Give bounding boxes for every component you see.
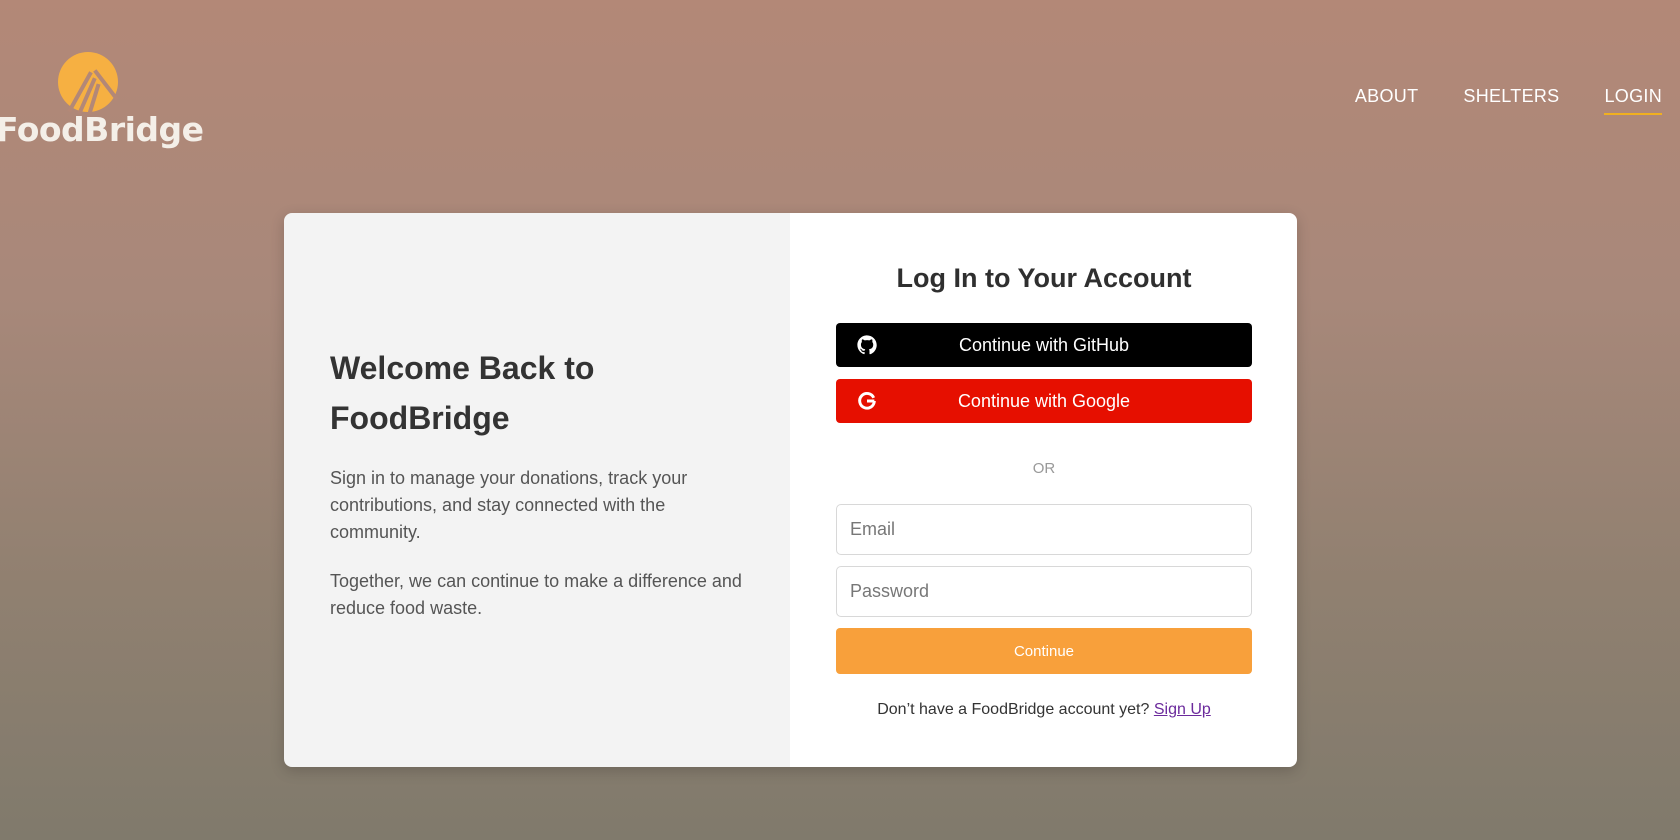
signup-prompt: Don’t have a FoodBridge account yet?	[877, 701, 1150, 718]
login-panel: Log In to Your Account Continue with Git…	[790, 213, 1297, 767]
signup-link[interactable]: Sign Up	[1154, 701, 1211, 718]
welcome-paragraph-1: Sign in to manage your donations, track …	[330, 468, 688, 542]
continue-button[interactable]: Continue	[836, 628, 1252, 674]
google-icon	[858, 392, 876, 410]
site-header: FoodBridge ABOUT SHELTERS LOGIN	[0, 0, 1680, 170]
signup-line: Don’t have a FoodBridge account yet? Sig…	[836, 701, 1252, 719]
main-nav: ABOUT SHELTERS LOGIN	[1355, 86, 1662, 115]
logo-sun-bridge-icon	[58, 52, 119, 115]
google-login-button[interactable]: Continue with Google	[836, 379, 1252, 423]
nav-shelters[interactable]: SHELTERS	[1463, 86, 1559, 115]
google-login-label: Continue with Google	[957, 390, 1131, 411]
or-divider: OR	[1032, 460, 1056, 477]
nav-login[interactable]: LOGIN	[1604, 86, 1662, 115]
welcome-paragraph-2: Together, we can continue to make a diff…	[330, 571, 742, 618]
password-field[interactable]	[836, 566, 1252, 617]
welcome-panel: Welcome Back to FoodBridge Sign in to ma…	[284, 213, 790, 767]
login-card: Welcome Back to FoodBridge Sign in to ma…	[284, 213, 1297, 767]
logo-wordmark: FoodBridge	[0, 110, 204, 149]
nav-about[interactable]: ABOUT	[1355, 86, 1419, 115]
github-icon	[857, 335, 877, 355]
email-field[interactable]	[836, 504, 1252, 555]
welcome-title: Welcome Back to FoodBridge	[330, 350, 595, 436]
login-title: Log In to Your Account	[896, 263, 1192, 293]
foodbridge-logo[interactable]: FoodBridge	[0, 50, 204, 160]
github-login-label: Continue with GitHub	[958, 334, 1130, 355]
github-login-button[interactable]: Continue with GitHub	[836, 323, 1252, 367]
